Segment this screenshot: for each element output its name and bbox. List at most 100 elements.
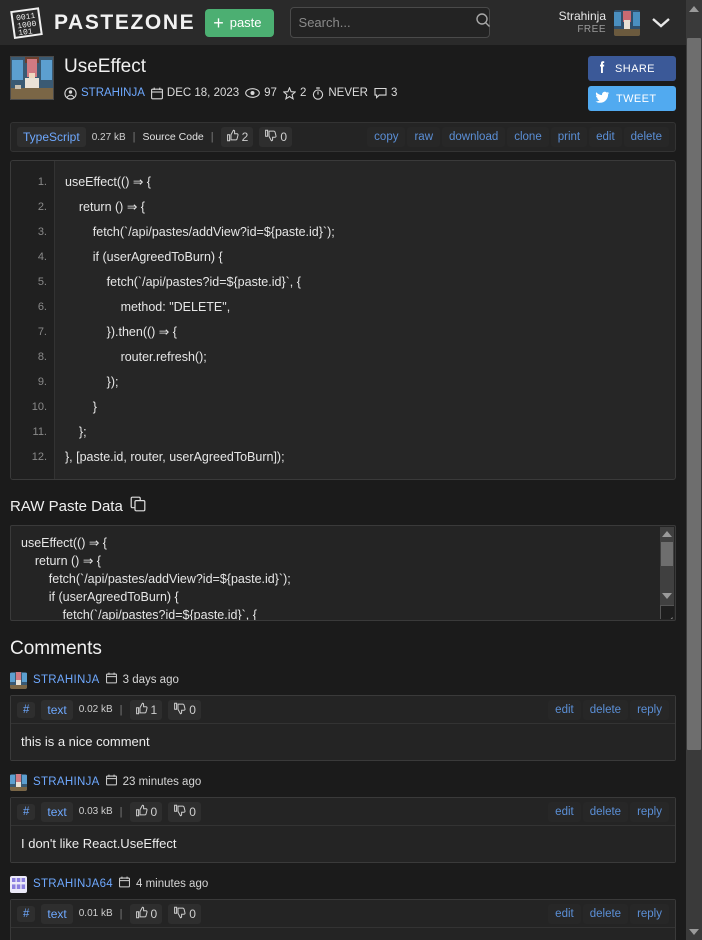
comment-anchor-link[interactable]: # bbox=[17, 905, 36, 922]
download-button[interactable]: download bbox=[442, 127, 506, 147]
code-line: } bbox=[65, 400, 97, 414]
comment-author[interactable]: STRAHINJA bbox=[33, 776, 100, 788]
binary-logo-icon[interactable]: 0011 1000 101 bbox=[10, 6, 44, 40]
comment-reply-button[interactable]: reply bbox=[630, 903, 669, 924]
code-line: }).then(() ⇒ { bbox=[65, 325, 177, 339]
star-icon bbox=[282, 86, 296, 100]
comment-downvote-button[interactable]: 0 bbox=[168, 903, 201, 924]
language-badge[interactable]: TypeScript bbox=[17, 127, 86, 147]
copy-icon[interactable] bbox=[130, 496, 146, 517]
raw-paste-textarea[interactable]: useEffect(() ⇒ { return () ⇒ { fetch(`/a… bbox=[10, 525, 676, 621]
comment-anchor-link[interactable]: # bbox=[17, 803, 36, 820]
comment-reply-button[interactable]: reply bbox=[630, 801, 669, 822]
scroll-up-arrow-icon[interactable] bbox=[660, 527, 674, 541]
page-scrollbar-thumb[interactable] bbox=[687, 38, 701, 750]
meta-author[interactable]: STRAHINJA bbox=[64, 87, 145, 100]
twitter-share-button[interactable]: TWEET bbox=[588, 86, 676, 111]
toolbar-separator-2: | bbox=[210, 131, 214, 143]
commenter-avatar[interactable] bbox=[10, 773, 27, 791]
user-avatar[interactable] bbox=[614, 9, 640, 36]
raw-button[interactable]: raw bbox=[407, 127, 440, 147]
comment-reply-button[interactable]: reply bbox=[630, 699, 669, 720]
meta-author-name[interactable]: STRAHINJA bbox=[81, 87, 145, 99]
comment-anchor-link[interactable]: # bbox=[17, 701, 36, 718]
meta-views: 97 bbox=[245, 87, 277, 99]
comment-upvote-button[interactable]: 0 bbox=[129, 903, 163, 924]
page-viewport: 0011 1000 101 PASTEZONE + paste Strahi bbox=[0, 0, 686, 940]
thumbs-down-icon bbox=[173, 906, 186, 922]
search-box[interactable] bbox=[289, 7, 491, 38]
code-line: }); bbox=[65, 375, 119, 389]
toolbar-separator-1: | bbox=[132, 131, 136, 143]
new-paste-button[interactable]: + paste bbox=[205, 8, 274, 37]
scroll-down-arrow-icon[interactable] bbox=[660, 589, 674, 603]
paste-thumbnail bbox=[10, 56, 54, 100]
comment-downvote-button[interactable]: 0 bbox=[168, 699, 201, 720]
brand-title[interactable]: PASTEZONE bbox=[54, 11, 195, 35]
line-number: 12. bbox=[31, 451, 47, 463]
comment-edit-button[interactable]: edit bbox=[548, 699, 581, 720]
user-menu[interactable]: Strahinja FREE bbox=[559, 9, 676, 36]
page-title: UseEffect bbox=[64, 56, 147, 77]
raw-scrollbar-thumb[interactable] bbox=[661, 542, 673, 566]
paste-header: UseEffect STRAHINJA DEC 18, 2023 97 2 NE… bbox=[10, 56, 676, 111]
meta-expiration: NEVER bbox=[312, 87, 368, 100]
chevron-down-icon[interactable] bbox=[650, 13, 672, 33]
line-number: 3. bbox=[37, 226, 47, 238]
comment-timestamp: 23 minutes ago bbox=[122, 776, 202, 788]
comment-upvote-button[interactable]: 1 bbox=[129, 699, 163, 720]
plus-icon: + bbox=[213, 12, 224, 33]
code-line: }; bbox=[65, 425, 87, 439]
comment-box: # text 0.03 kB | 0 0 edit delete reply I… bbox=[10, 797, 676, 863]
comment-author[interactable]: STRAHINJA64 bbox=[33, 878, 113, 890]
paste-downvote-button[interactable]: 0 bbox=[259, 127, 293, 147]
search-input[interactable] bbox=[298, 15, 475, 30]
copy-button[interactable]: copy bbox=[367, 127, 406, 147]
line-number: 9. bbox=[37, 376, 47, 388]
code-viewer: 1. 2. 3. 4. 5. 6. 7. 8. 9. 10. 11. 12. u… bbox=[10, 160, 676, 480]
comment-edit-button[interactable]: edit bbox=[548, 801, 581, 822]
clone-button[interactable]: clone bbox=[507, 127, 549, 147]
meta-views-value: 97 bbox=[264, 87, 277, 100]
commenter-avatar[interactable] bbox=[10, 671, 27, 689]
page-scrollbar[interactable] bbox=[686, 0, 702, 940]
print-button[interactable]: print bbox=[550, 127, 588, 147]
comment-delete-button[interactable]: delete bbox=[582, 699, 629, 720]
comment-timestamp: 4 minutes ago bbox=[136, 878, 209, 890]
comment-item: STRAHINJA 3 days ago # text 0.02 kB | 1 … bbox=[10, 671, 676, 761]
comment-type-badge[interactable]: text bbox=[41, 903, 73, 924]
comment-author[interactable]: STRAHINJA bbox=[33, 674, 100, 686]
comment-delete-button[interactable]: delete bbox=[582, 801, 629, 822]
line-number-gutter: 1. 2. 3. 4. 5. 6. 7. 8. 9. 10. 11. 12. bbox=[11, 161, 55, 479]
edit-button[interactable]: edit bbox=[589, 127, 622, 147]
paste-upvote-button[interactable]: 2 bbox=[220, 127, 254, 147]
twitter-share-label: TWEET bbox=[616, 92, 657, 105]
comment-downvote-button[interactable]: 0 bbox=[168, 801, 201, 822]
user-info: Strahinja FREE bbox=[559, 9, 606, 35]
paste-downvote-count: 0 bbox=[280, 130, 288, 144]
scroll-down-arrow-icon[interactable] bbox=[686, 923, 702, 940]
comment-downvote-count: 0 bbox=[189, 804, 196, 819]
comment-delete-button[interactable]: delete bbox=[582, 903, 629, 924]
user-circle-icon bbox=[64, 87, 77, 100]
comment-type-badge[interactable]: text bbox=[41, 699, 73, 720]
commenter-avatar[interactable] bbox=[10, 875, 27, 893]
search-icon[interactable] bbox=[475, 12, 491, 33]
meta-expiration-value: NEVER bbox=[328, 87, 368, 100]
facebook-share-button[interactable]: SHARE bbox=[588, 56, 676, 81]
scroll-up-arrow-icon[interactable] bbox=[686, 0, 702, 17]
code-line: if (userAgreedToBurn) { bbox=[65, 250, 223, 264]
textarea-resize-handle[interactable] bbox=[660, 605, 674, 619]
code-content[interactable]: useEffect(() ⇒ { return () ⇒ { fetch(`/a… bbox=[55, 161, 675, 479]
comment-actions: edit delete reply bbox=[548, 699, 669, 720]
comment-header: STRAHINJA 3 days ago bbox=[10, 671, 676, 689]
line-number: 1. bbox=[37, 176, 47, 188]
paste-metadata: STRAHINJA DEC 18, 2023 97 2 NEVER 3 bbox=[64, 86, 578, 100]
comment-edit-button[interactable]: edit bbox=[548, 903, 581, 924]
comment-type-badge[interactable]: text bbox=[41, 801, 73, 822]
comment-toolbar: # text 0.02 kB | 1 0 edit delete reply bbox=[11, 696, 675, 724]
delete-button[interactable]: delete bbox=[623, 127, 669, 147]
comment-upvote-button[interactable]: 0 bbox=[129, 801, 163, 822]
page-content: UseEffect STRAHINJA DEC 18, 2023 97 2 NE… bbox=[0, 46, 686, 940]
comments-heading: Comments bbox=[10, 638, 102, 659]
